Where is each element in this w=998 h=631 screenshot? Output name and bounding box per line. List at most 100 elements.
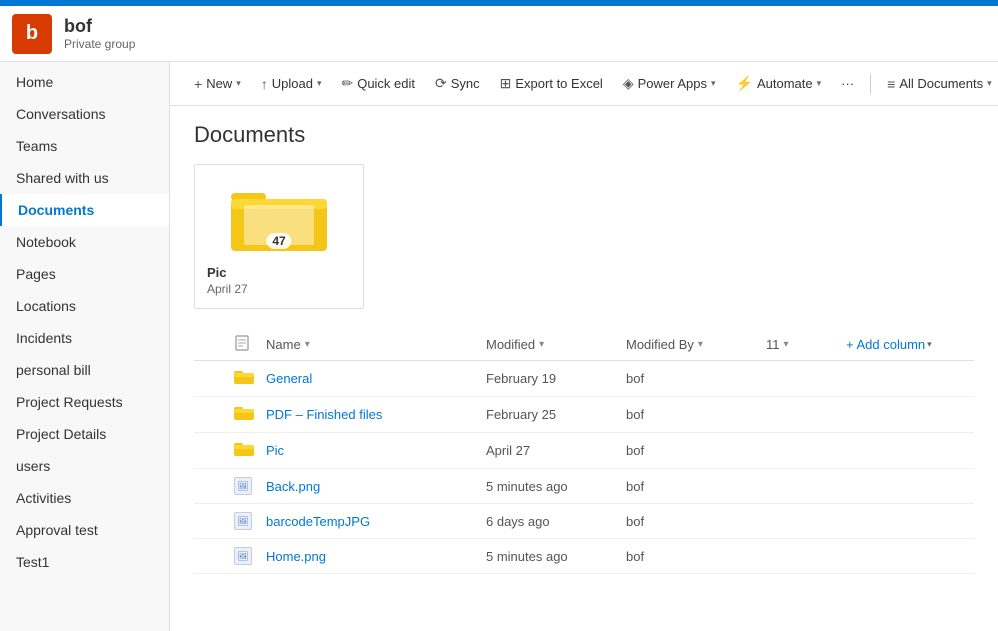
file-row[interactable]: PDF – Finished files February 25 bof [194,397,974,433]
power-apps-button[interactable]: ◈ Power Apps ▾ [615,71,724,96]
row-name: Pic [266,443,486,458]
folder-icon-container: 47 [229,177,329,257]
sidebar: HomeConversationsTeamsShared with usDocu… [0,62,170,631]
all-docs-label: All Documents [899,76,983,91]
col-modby-header[interactable]: Modified By ▾ [626,337,766,352]
sidebar-item-activities[interactable]: Activities [0,482,169,514]
row-modby: bof [626,549,766,564]
folder-badge: 47 [266,233,291,249]
file-row[interactable]: 🖼 barcodeTempJPG 6 days ago bof [194,504,974,539]
list-icon: ≡ [887,76,895,92]
modby-header-label: Modified By [626,337,694,352]
col-name-header[interactable]: Name ▾ [266,337,486,352]
sidebar-item-pages[interactable]: Pages [0,258,169,290]
site-icon: b [12,14,52,54]
sidebar-item-project-details[interactable]: Project Details [0,418,169,450]
folder-card-pic[interactable]: 47 Pic April 27 [194,164,364,309]
col-11-header[interactable]: 11 ▾ [766,337,846,352]
documents-title: Documents [194,122,974,148]
row-modified: February 19 [486,371,626,386]
row-modby: bof [626,371,766,386]
new-chevron-icon: ▾ [236,78,241,89]
export-button[interactable]: ⊞ Export to Excel [492,71,611,96]
documents-area: Documents [170,106,998,590]
sidebar-item-personal-bill[interactable]: personal bill [0,354,169,386]
main-content: + New ▾ ↑ Upload ▾ ✏ Quick edit ⟳ Sync ⊞… [170,62,998,631]
plus-icon: + [194,76,202,92]
folder-cards: 47 Pic April 27 [194,164,974,309]
sidebar-item-project-requests[interactable]: Project Requests [0,386,169,418]
col-icon-header [234,335,266,354]
row-modified: 6 days ago [486,514,626,529]
row-modified: February 25 [486,407,626,422]
file-row[interactable]: Pic April 27 bof [194,433,974,469]
sidebar-item-documents[interactable]: Documents [0,194,169,226]
row-icon [234,405,266,424]
name-header-label: Name [266,337,301,352]
automate-label: Automate [757,76,813,91]
automate-chevron-icon: ▾ [817,78,822,89]
add-column-button[interactable]: + Add column ▾ [846,337,966,352]
toolbar-right: ≡ All Documents ▾ [866,72,998,96]
quick-edit-label: Quick edit [357,76,415,91]
add-column-chevron-icon: ▾ [927,339,932,350]
row-name: PDF – Finished files [266,407,486,422]
sidebar-item-shared-with-us[interactable]: Shared with us [0,162,169,194]
row-icon [234,441,266,460]
sidebar-item-test1[interactable]: Test1 [0,546,169,578]
col-modified-header[interactable]: Modified ▾ [486,337,626,352]
sidebar-item-locations[interactable]: Locations [0,290,169,322]
name-sort-icon: ▾ [305,339,310,350]
automate-button[interactable]: ⚡ Automate ▾ [728,71,830,96]
app-title: bof Private group [64,16,135,51]
more-button[interactable]: ··· [833,72,862,95]
file-row[interactable]: 🖼 Back.png 5 minutes ago bof [194,469,974,504]
edit-icon: ✏ [341,75,353,92]
more-label: ··· [841,76,854,91]
row-icon [234,369,266,388]
site-name: bof [64,16,135,37]
col11-sort-icon: ▾ [784,339,789,350]
col11-header-label: 11 [766,337,780,352]
excel-icon: ⊞ [500,75,512,92]
file-row[interactable]: 🖼 Home.png 5 minutes ago bof [194,539,974,574]
upload-button[interactable]: ↑ Upload ▾ [253,72,330,96]
new-button[interactable]: + New ▾ [186,72,249,96]
modified-sort-icon: ▾ [539,339,544,350]
modified-header-label: Modified [486,337,535,352]
row-icon: 🖼 [234,547,266,565]
all-docs-button[interactable]: ≡ All Documents ▾ [879,72,998,96]
quick-edit-button[interactable]: ✏ Quick edit [333,71,423,96]
power-apps-label: Power Apps [638,76,707,91]
sidebar-item-users[interactable]: users [0,450,169,482]
sync-label: Sync [451,76,480,91]
sidebar-item-approval-test[interactable]: Approval test [0,514,169,546]
sync-button[interactable]: ⟳ Sync [427,71,488,96]
sidebar-item-incidents[interactable]: Incidents [0,322,169,354]
row-modby: bof [626,443,766,458]
all-docs-chevron-icon: ▾ [987,78,992,89]
toolbar: + New ▾ ↑ Upload ▾ ✏ Quick edit ⟳ Sync ⊞… [170,62,998,106]
row-modified: April 27 [486,443,626,458]
row-modby: bof [626,514,766,529]
app-header: b bof Private group [0,6,998,62]
folder-card-name: Pic [207,265,351,280]
sidebar-item-conversations[interactable]: Conversations [0,98,169,130]
sidebar-item-home[interactable]: Home [0,66,169,98]
row-modby: bof [626,407,766,422]
row-name: Back.png [266,479,486,494]
file-list-header: Name ▾ Modified ▾ Modified By ▾ 11 ▾ [194,329,974,361]
toolbar-divider [870,74,871,94]
file-header-icon [234,335,250,351]
row-modified: 5 minutes ago [486,549,626,564]
sidebar-item-teams[interactable]: Teams [0,130,169,162]
file-row[interactable]: General February 19 bof [194,361,974,397]
sidebar-item-notebook[interactable]: Notebook [0,226,169,258]
modby-sort-icon: ▾ [698,339,703,350]
row-icon: 🖼 [234,477,266,495]
export-label: Export to Excel [515,76,602,91]
row-name: barcodeTempJPG [266,514,486,529]
layout: HomeConversationsTeamsShared with usDocu… [0,62,998,631]
power-apps-chevron-icon: ▾ [711,78,716,89]
file-rows-container: General February 19 bof PDF – Finished f… [194,361,974,574]
